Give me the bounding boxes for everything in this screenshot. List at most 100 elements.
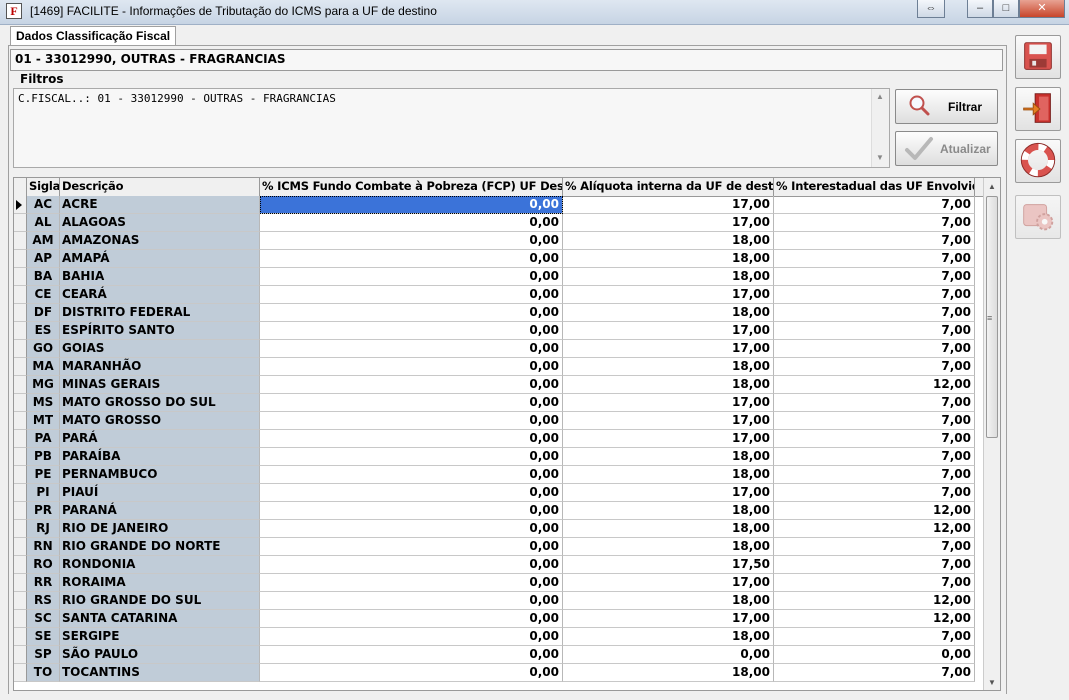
cell-interestadual[interactable]: 7,00 [774,430,975,448]
cell-fcp[interactable]: 0,00 [260,430,563,448]
help-button[interactable] [1015,139,1061,183]
table-row[interactable]: PE PERNAMBUCO 0,00 18,00 7,00 [14,466,986,484]
row-indicator[interactable] [14,322,27,340]
cell-aliquota[interactable]: 18,00 [563,448,774,466]
cell-aliquota[interactable]: 17,00 [563,286,774,304]
cell-interestadual[interactable]: 7,00 [774,250,975,268]
row-indicator[interactable] [14,466,27,484]
row-indicator[interactable] [14,286,27,304]
cell-aliquota[interactable]: 17,00 [563,412,774,430]
cell-fcp[interactable]: 0,00 [260,628,563,646]
cell-interestadual[interactable]: 7,00 [774,394,975,412]
scroll-up-arrow-icon[interactable]: ▲ [988,182,996,191]
row-indicator[interactable] [14,340,27,358]
row-indicator[interactable] [14,232,27,250]
header-interestadual[interactable]: % Interestadual das UF Envolvidas [774,178,975,196]
cell-interestadual[interactable]: 7,00 [774,466,975,484]
cell-fcp[interactable]: 0,00 [260,250,563,268]
cell-aliquota[interactable]: 18,00 [563,268,774,286]
cell-fcp[interactable]: 0,00 [260,466,563,484]
cell-aliquota[interactable]: 18,00 [563,466,774,484]
row-indicator[interactable] [14,412,27,430]
table-row[interactable]: CE CEARÁ 0,00 17,00 7,00 [14,286,986,304]
cell-interestadual[interactable]: 7,00 [774,268,975,286]
cell-fcp[interactable]: 0,00 [260,538,563,556]
cell-fcp[interactable]: 0,00 [260,448,563,466]
table-row[interactable]: PR PARANÁ 0,00 18,00 12,00 [14,502,986,520]
cell-fcp[interactable]: 0,00 [260,232,563,250]
table-row[interactable]: TO TOCANTINS 0,00 18,00 7,00 [14,664,986,682]
cell-aliquota[interactable]: 18,00 [563,538,774,556]
table-row[interactable]: SC SANTA CATARINA 0,00 17,00 12,00 [14,610,986,628]
update-button[interactable]: Atualizar [895,131,998,166]
row-indicator[interactable] [14,502,27,520]
exit-button[interactable] [1015,87,1061,131]
table-row[interactable]: PA PARÁ 0,00 17,00 7,00 [14,430,986,448]
cell-fcp[interactable]: 0,00 [260,394,563,412]
cell-interestadual[interactable]: 7,00 [774,340,975,358]
row-indicator[interactable] [14,520,27,538]
table-row[interactable]: RO RONDONIA 0,00 17,50 7,00 [14,556,986,574]
cell-aliquota[interactable]: 18,00 [563,250,774,268]
row-indicator[interactable] [14,664,27,682]
uf-tax-grid[interactable]: Sigla Descrição % ICMS Fundo Combate à P… [13,177,1001,691]
cell-fcp[interactable]: 0,00 [260,664,563,682]
cell-interestadual[interactable]: 7,00 [774,322,975,340]
cell-interestadual[interactable]: 7,00 [774,304,975,322]
cell-aliquota[interactable]: 18,00 [563,520,774,538]
header-fcp[interactable]: % ICMS Fundo Combate à Pobreza (FCP) UF … [260,178,563,196]
cell-fcp[interactable]: 0,00 [260,646,563,664]
cell-aliquota[interactable]: 17,00 [563,196,774,214]
cell-aliquota[interactable]: 17,00 [563,430,774,448]
minimize-button[interactable]: – [967,0,993,18]
table-row[interactable]: AP AMAPÁ 0,00 18,00 7,00 [14,250,986,268]
table-row[interactable]: GO GOIAS 0,00 17,00 7,00 [14,340,986,358]
cell-interestadual[interactable]: 7,00 [774,484,975,502]
restore-layout-button[interactable]: ⇔ [917,0,945,18]
table-row[interactable]: RN RIO GRANDE DO NORTE 0,00 18,00 7,00 [14,538,986,556]
cell-aliquota[interactable]: 17,00 [563,322,774,340]
cell-fcp[interactable]: 0,00 [260,412,563,430]
cell-interestadual[interactable]: 7,00 [774,628,975,646]
table-row[interactable]: RS RIO GRANDE DO SUL 0,00 18,00 12,00 [14,592,986,610]
scroll-up-arrow-icon[interactable]: ▲ [876,92,884,101]
cell-interestadual[interactable]: 12,00 [774,520,975,538]
row-indicator[interactable] [14,196,27,214]
cell-aliquota[interactable]: 17,00 [563,610,774,628]
table-row[interactable]: SP SÃO PAULO 0,00 0,00 0,00 [14,646,986,664]
close-button[interactable]: ✕ [1019,0,1065,18]
cell-interestadual[interactable]: 12,00 [774,592,975,610]
filter-button[interactable]: Filtrar [895,89,998,124]
row-indicator[interactable] [14,574,27,592]
cell-interestadual[interactable]: 12,00 [774,376,975,394]
tab-dados-classificacao-fiscal[interactable]: Dados Classificação Fiscal [10,26,176,46]
cell-aliquota[interactable]: 18,00 [563,304,774,322]
cell-aliquota[interactable]: 17,00 [563,340,774,358]
grid-scrollbar[interactable]: ▲ ≡ ▼ [983,178,1000,690]
filter-textarea[interactable]: C.FISCAL..: 01 - 33012990 - OUTRAS - FRA… [13,88,890,168]
cell-interestadual[interactable]: 7,00 [774,214,975,232]
cell-interestadual[interactable]: 7,00 [774,556,975,574]
row-indicator[interactable] [14,250,27,268]
maximize-button[interactable]: □ [993,0,1019,18]
row-indicator[interactable] [14,394,27,412]
save-button[interactable] [1015,35,1061,79]
table-row[interactable]: MG MINAS GERAIS 0,00 18,00 12,00 [14,376,986,394]
row-indicator[interactable] [14,214,27,232]
cell-fcp[interactable]: 0,00 [260,214,563,232]
cell-interestadual[interactable]: 7,00 [774,664,975,682]
row-indicator[interactable] [14,592,27,610]
row-indicator[interactable] [14,484,27,502]
cell-fcp[interactable]: 0,00 [260,574,563,592]
cell-fcp[interactable]: 0,00 [260,322,563,340]
table-row[interactable]: MS MATO GROSSO DO SUL 0,00 17,00 7,00 [14,394,986,412]
header-sigla[interactable]: Sigla [27,178,60,196]
cell-interestadual[interactable]: 7,00 [774,538,975,556]
row-indicator[interactable] [14,448,27,466]
cell-fcp[interactable]: 0,00 [260,502,563,520]
row-indicator[interactable] [14,358,27,376]
scroll-down-arrow-icon[interactable]: ▼ [988,678,996,687]
cell-interestadual[interactable]: 12,00 [774,502,975,520]
cell-aliquota[interactable]: 18,00 [563,502,774,520]
row-indicator[interactable] [14,556,27,574]
